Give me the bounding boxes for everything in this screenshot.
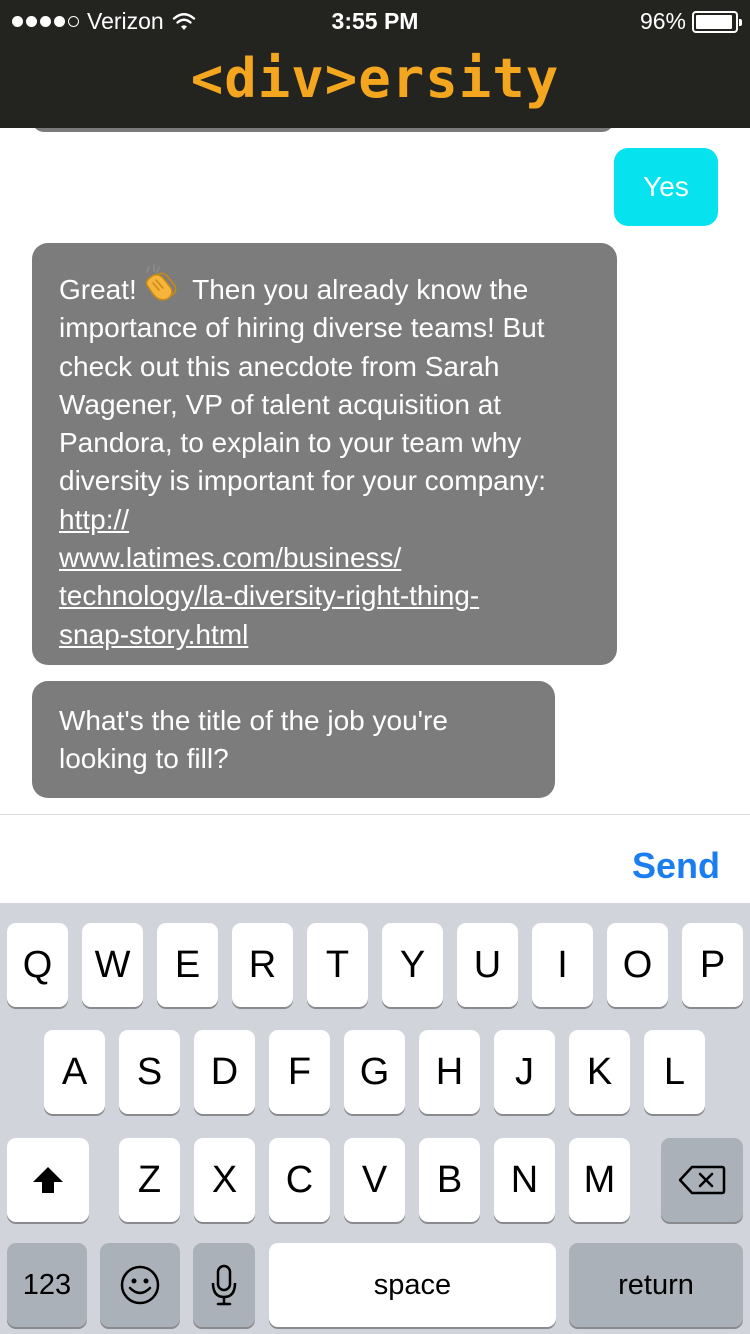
status-right: 96% [639,8,742,35]
key-l[interactable]: L [644,1030,705,1114]
return-key[interactable]: return [569,1243,743,1327]
key-d[interactable]: D [194,1030,255,1114]
key-r[interactable]: R [232,923,293,1007]
key-x[interactable]: X [194,1138,255,1222]
battery-fill [696,14,733,29]
key-m[interactable]: M [569,1138,630,1222]
key-o[interactable]: O [607,923,668,1007]
on-screen-keyboard: Q W E R T Y U I O P A S D F G H J K L Z … [0,903,750,1334]
bot-message-text: Great! [59,274,137,305]
previous-message-bubble [32,128,614,132]
bot-question-text: What's the title of the job you're looki… [59,705,448,775]
key-c[interactable]: C [269,1138,330,1222]
user-message-bubble: Yes [614,148,718,226]
app-logo: <div>ersity [190,47,560,110]
dictation-key[interactable] [193,1243,255,1327]
status-time: 3:55 PM [331,8,419,34]
key-s[interactable]: S [119,1030,180,1114]
bot-question-bubble: What's the title of the job you're looki… [32,681,555,798]
app-header: Verizon 3:55 PM 96% <div>ersity [0,0,750,128]
key-g[interactable]: G [344,1030,405,1114]
key-p[interactable]: P [682,923,743,1007]
key-a[interactable]: A [44,1030,105,1114]
key-v[interactable]: V [344,1138,405,1222]
key-n[interactable]: N [494,1138,555,1222]
key-f[interactable]: F [269,1030,330,1114]
shift-key[interactable] [7,1138,89,1222]
key-t[interactable]: T [307,923,368,1007]
key-u[interactable]: U [457,923,518,1007]
key-w[interactable]: W [82,923,143,1007]
key-e[interactable]: E [157,923,218,1007]
clapping-hands-icon [145,264,177,301]
key-j[interactable]: J [494,1030,555,1114]
microphone-icon [211,1264,237,1306]
key-z[interactable]: Z [119,1138,180,1222]
battery-percent: 96% [639,8,686,34]
battery-icon [692,10,742,33]
chat-thread[interactable]: Yes Great! Then you already know the imp… [0,128,750,814]
key-b[interactable]: B [419,1138,480,1222]
key-q[interactable]: Q [7,923,68,1007]
article-link[interactable]: http:// [59,504,129,535]
article-link-line-4[interactable]: snap-story.html [59,619,248,650]
key-h[interactable]: H [419,1030,480,1114]
bot-message-bubble: Great! Then you already know the importa… [32,243,617,665]
key-i[interactable]: I [532,923,593,1007]
send-button[interactable]: Send [632,845,720,887]
emoji-key[interactable] [100,1243,180,1327]
status-bar: Verizon 3:55 PM 96% [0,0,750,40]
message-input-bar[interactable]: Send [0,814,750,903]
backspace-icon [678,1165,726,1195]
numbers-key[interactable]: 123 [7,1243,87,1327]
shift-icon [33,1167,63,1193]
space-key[interactable]: space [269,1243,556,1327]
backspace-key[interactable] [661,1138,743,1222]
key-k[interactable]: K [569,1030,630,1114]
key-y[interactable]: Y [382,923,443,1007]
emoji-icon [120,1265,160,1305]
bot-message-text-continued: Then you already know the importance of … [59,274,547,497]
article-link-line-2[interactable]: www.latimes.com/business/ [59,542,401,573]
user-message-text: Yes [643,171,689,202]
article-link-line-3[interactable]: technology/la-diversity-right-thing- [59,580,479,611]
